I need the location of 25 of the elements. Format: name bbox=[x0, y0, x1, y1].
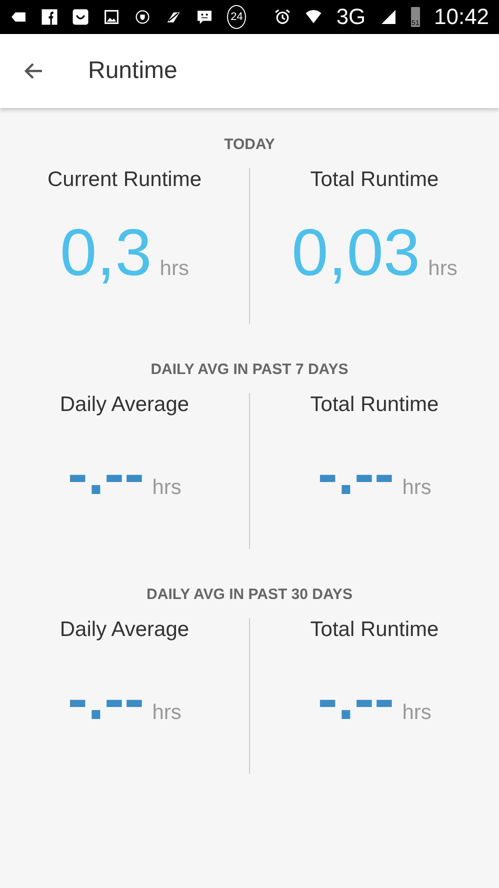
metric-value: -.-- bbox=[68, 439, 144, 508]
metric-label: Total Runtime bbox=[310, 168, 439, 192]
metric-unit: hrs bbox=[160, 257, 189, 281]
network-type: 3G bbox=[336, 4, 366, 30]
metric-unit: hrs bbox=[152, 476, 182, 500]
metric-value: -.-- bbox=[318, 439, 394, 508]
metric-value: -.-- bbox=[318, 664, 394, 733]
metric-unit: hrs bbox=[152, 701, 182, 725]
metric-label: Total Runtime bbox=[310, 393, 439, 417]
metric-label: Daily Average bbox=[60, 393, 190, 417]
metric-value: -.-- bbox=[68, 664, 144, 733]
section-heading: DAILY AVG IN PAST 30 DAYS bbox=[146, 586, 352, 604]
metric-unit: hrs bbox=[402, 476, 432, 500]
metric-value: 0,03 bbox=[292, 214, 420, 290]
section-heading: DAILY AVG IN PAST 7 DAYS bbox=[150, 361, 348, 379]
metric-label: Current Runtime bbox=[47, 168, 202, 192]
clock: 10:42 bbox=[434, 4, 490, 30]
metric-unit: hrs bbox=[402, 701, 432, 725]
metric-label: Daily Average bbox=[60, 618, 190, 642]
metric-unit: hrs bbox=[428, 257, 458, 281]
metric-label: Total Runtime bbox=[310, 618, 439, 642]
metric-value: 0,3 bbox=[60, 214, 152, 290]
screen-title: Runtime bbox=[88, 57, 178, 85]
section-heading: TODAY bbox=[224, 136, 275, 154]
notification-count: 24 bbox=[227, 5, 246, 29]
